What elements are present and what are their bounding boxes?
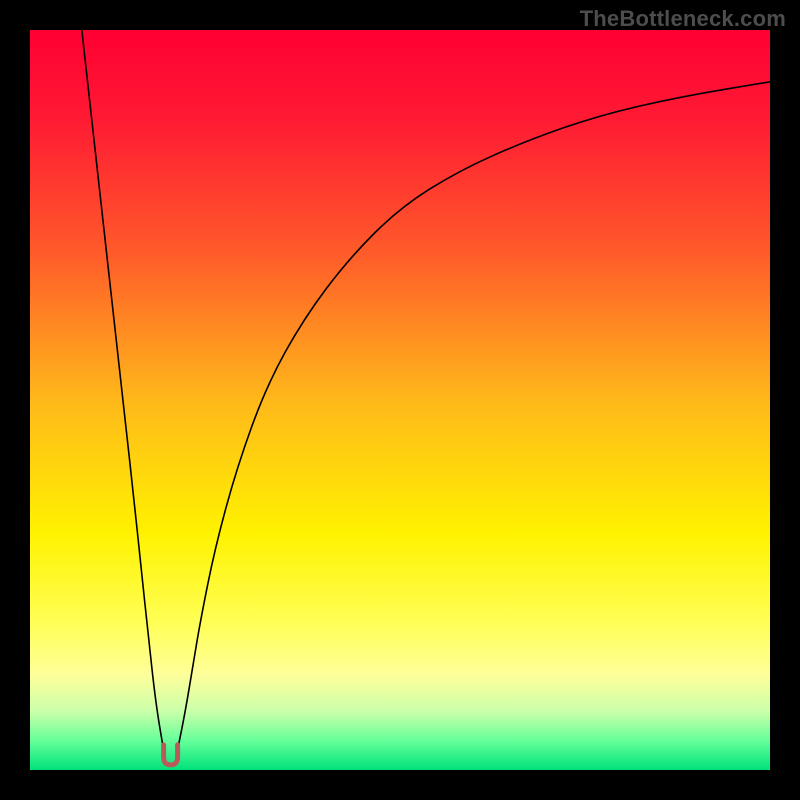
chart-frame: TheBottleneck.com — [0, 0, 800, 800]
plot-area — [30, 30, 770, 770]
gradient-background — [30, 30, 770, 770]
watermark-text: TheBottleneck.com — [580, 6, 786, 32]
plot-svg — [30, 30, 770, 770]
